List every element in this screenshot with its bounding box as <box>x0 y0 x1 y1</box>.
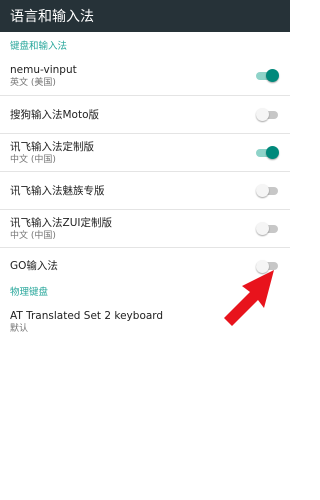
switch-thumb <box>256 108 269 121</box>
switch-thumb <box>256 222 269 235</box>
page-title: 语言和输入法 <box>10 9 94 25</box>
section-header-label: 物理键盘 <box>10 287 49 298</box>
keyboard-item-title: nemu-vinput <box>10 63 77 76</box>
keyboard-item-iflytek-zui[interactable]: 讯飞输入法ZUI定制版 中文 (中国) <box>0 210 290 248</box>
keyboard-item-title: 讯飞输入法魅族专版 <box>10 184 105 197</box>
app-bar: 语言和输入法 <box>0 0 290 32</box>
toggle-switch[interactable] <box>256 184 278 197</box>
keyboard-item-sogou-moto[interactable]: 搜狗输入法Moto版 <box>0 96 290 134</box>
keyboard-item-summary: 中文 (中国) <box>10 154 56 165</box>
keyboard-item-title: 讯飞输入法定制版 <box>10 140 94 153</box>
red-arrow-shape <box>224 270 274 326</box>
toggle-switch[interactable] <box>256 222 278 235</box>
keyboard-item-iflytek-meizu[interactable]: 讯飞输入法魅族专版 <box>0 172 290 210</box>
keyboard-item-summary: 中文 (中国) <box>10 230 56 241</box>
red-arrow-icon <box>224 270 274 326</box>
toggle-switch[interactable] <box>256 146 279 159</box>
keyboard-item-summary: 英文 (美国) <box>10 77 56 88</box>
section-header-label: 键盘和输入法 <box>10 41 68 52</box>
toggle-switch[interactable] <box>256 108 278 121</box>
switch-thumb <box>256 184 269 197</box>
toggle-switch[interactable] <box>256 69 279 82</box>
keyboard-item-iflytek-custom[interactable]: 讯飞输入法定制版 中文 (中国) <box>0 134 290 172</box>
switch-thumb <box>266 146 279 159</box>
keyboard-item-nemu-vinput[interactable]: nemu-vinput 英文 (美国) <box>0 56 290 96</box>
keyboard-item-title: 讯飞输入法ZUI定制版 <box>10 216 112 229</box>
section-header-keyboards: 键盘和输入法 <box>0 32 290 56</box>
switch-thumb <box>266 69 279 82</box>
keyboard-item-title: 搜狗输入法Moto版 <box>10 108 100 121</box>
